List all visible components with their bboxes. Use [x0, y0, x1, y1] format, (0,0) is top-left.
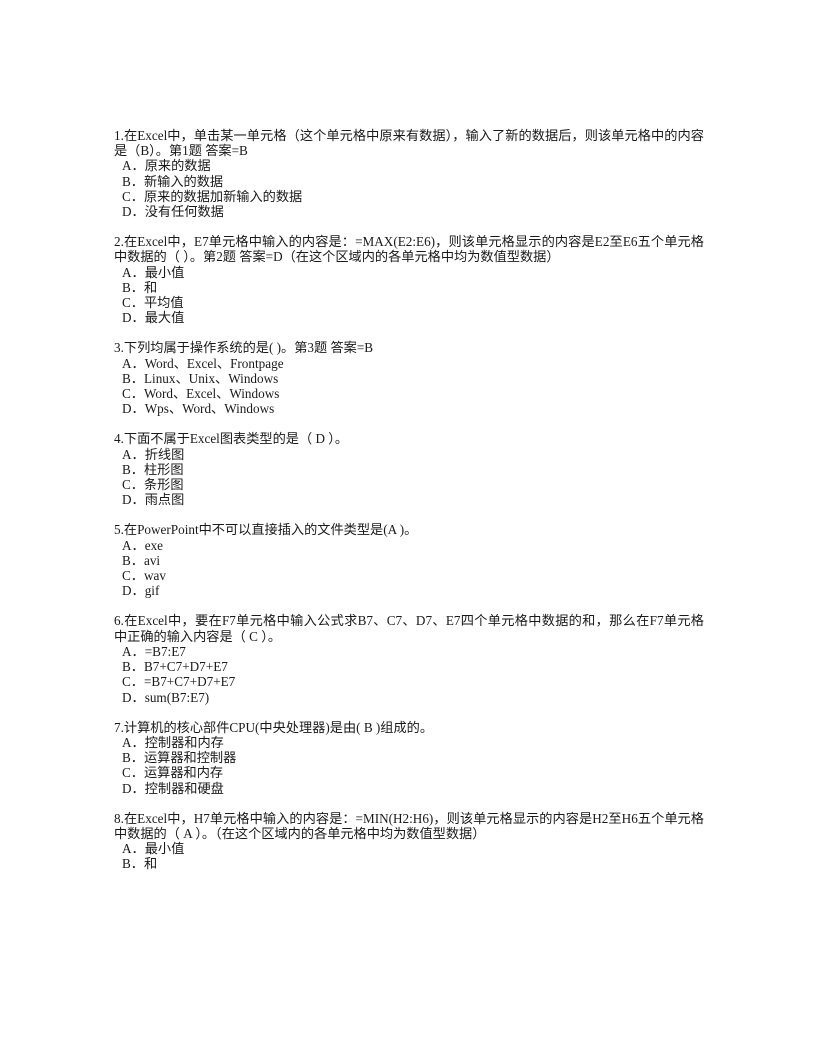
question-stem: 2.在Excel中，E7单元格中输入的内容是：=MAX(E2:E6)，则该单元格… [114, 234, 704, 265]
option-list: A．exe B．avi C．wav D．gif [114, 538, 704, 599]
question-item: 2.在Excel中，E7单元格中输入的内容是：=MAX(E2:E6)，则该单元格… [114, 234, 704, 325]
option-item[interactable]: C．Word、Excel、Windows [114, 386, 704, 401]
question-item: 1.在Excel中，单击某一单元格（这个单元格中原来有数据），输入了新的数据后，… [114, 128, 704, 219]
question-item: 3.下列均属于操作系统的是( )。第3题 答案=B A．Word、Excel、F… [114, 340, 704, 416]
option-item[interactable]: B．avi [114, 553, 704, 568]
question-list: 1.在Excel中，单击某一单元格（这个单元格中原来有数据），输入了新的数据后，… [114, 128, 704, 872]
document-page: 1.在Excel中，单击某一单元格（这个单元格中原来有数据），输入了新的数据后，… [0, 0, 816, 1056]
option-item[interactable]: D．雨点图 [114, 492, 704, 507]
option-list: A．=B7:E7 B．B7+C7+D7+E7 C．=B7+C7+D7+E7 D．… [114, 644, 704, 705]
option-item[interactable]: B．新输入的数据 [114, 174, 704, 189]
option-list: A．最小值 B．和 C．平均值 D．最大值 [114, 265, 704, 326]
question-item: 8.在Excel中，H7单元格中输入的内容是：=MIN(H2:H6)，则该单元格… [114, 811, 704, 872]
option-list: A．折线图 B．柱形图 C．条形图 D．雨点图 [114, 447, 704, 508]
question-stem: 6.在Excel中，要在F7单元格中输入公式求B7、C7、D7、E7四个单元格中… [114, 613, 704, 644]
question-item: 4.下面不属于Excel图表类型的是（ D ）。 A．折线图 B．柱形图 C．条… [114, 431, 704, 507]
option-item[interactable]: A．控制器和内存 [114, 735, 704, 750]
option-item[interactable]: A．Word、Excel、Frontpage [114, 356, 704, 371]
option-item[interactable]: A．=B7:E7 [114, 644, 704, 659]
option-item[interactable]: A．原来的数据 [114, 158, 704, 173]
question-item: 6.在Excel中，要在F7单元格中输入公式求B7、C7、D7、E7四个单元格中… [114, 613, 704, 704]
option-item[interactable]: D．Wps、Word、Windows [114, 401, 704, 416]
option-item[interactable]: C．条形图 [114, 477, 704, 492]
option-item[interactable]: D．gif [114, 583, 704, 598]
option-item[interactable]: A．最小值 [114, 841, 704, 856]
option-list: A．最小值 B．和 [114, 841, 704, 871]
option-item[interactable]: C．平均值 [114, 295, 704, 310]
option-item[interactable]: C．=B7+C7+D7+E7 [114, 674, 704, 689]
option-item[interactable]: A．最小值 [114, 265, 704, 280]
question-stem: 8.在Excel中，H7单元格中输入的内容是：=MIN(H2:H6)，则该单元格… [114, 810, 704, 841]
option-item[interactable]: A．折线图 [114, 447, 704, 462]
option-item[interactable]: B．和 [114, 280, 704, 295]
option-item[interactable]: B．和 [114, 856, 704, 871]
option-list: A．控制器和内存 B．运算器和控制器 C．运算器和内存 D．控制器和硬盘 [114, 735, 704, 796]
option-item[interactable]: B．Linux、Unix、Windows [114, 371, 704, 386]
question-item: 5.在PowerPoint中不可以直接插入的文件类型是(A )。 A．exe B… [114, 522, 704, 598]
option-item[interactable]: C．wav [114, 568, 704, 583]
question-stem: 4.下面不属于Excel图表类型的是（ D ）。 [114, 431, 349, 447]
option-item[interactable]: D．没有任何数据 [114, 204, 704, 219]
option-item[interactable]: C．运算器和内存 [114, 765, 704, 780]
option-item[interactable]: D．sum(B7:E7) [114, 690, 704, 705]
question-stem: 1.在Excel中，单击某一单元格（这个单元格中原来有数据），输入了新的数据后，… [114, 128, 704, 159]
question-stem: 5.在PowerPoint中不可以直接插入的文件类型是(A )。 [114, 522, 418, 538]
option-item[interactable]: A．exe [114, 538, 704, 553]
question-stem: 7.计算机的核心部件CPU(中央处理器)是由( B )组成的。 [114, 719, 434, 735]
option-list: A．原来的数据 B．新输入的数据 C．原来的数据加新输入的数据 D．没有任何数据 [114, 158, 704, 219]
option-item[interactable]: B．运算器和控制器 [114, 750, 704, 765]
option-item[interactable]: B．B7+C7+D7+E7 [114, 659, 704, 674]
question-stem: 3.下列均属于操作系统的是( )。第3题 答案=B [114, 340, 374, 356]
option-item[interactable]: B．柱形图 [114, 462, 704, 477]
option-item[interactable]: C．原来的数据加新输入的数据 [114, 189, 704, 204]
option-item[interactable]: D．最大值 [114, 310, 704, 325]
question-item: 7.计算机的核心部件CPU(中央处理器)是由( B )组成的。 A．控制器和内存… [114, 720, 704, 796]
option-list: A．Word、Excel、Frontpage B．Linux、Unix、Wind… [114, 356, 704, 417]
option-item[interactable]: D．控制器和硬盘 [114, 781, 704, 796]
